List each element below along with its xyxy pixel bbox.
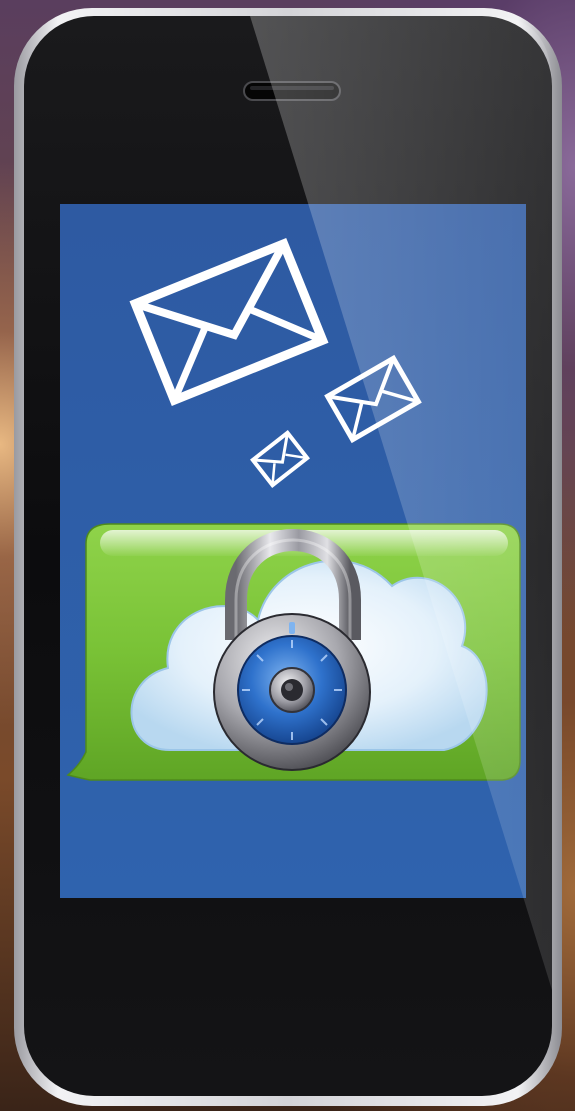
illustration-stage [0, 0, 575, 1111]
secure-messaging-illustration [14, 8, 562, 1106]
